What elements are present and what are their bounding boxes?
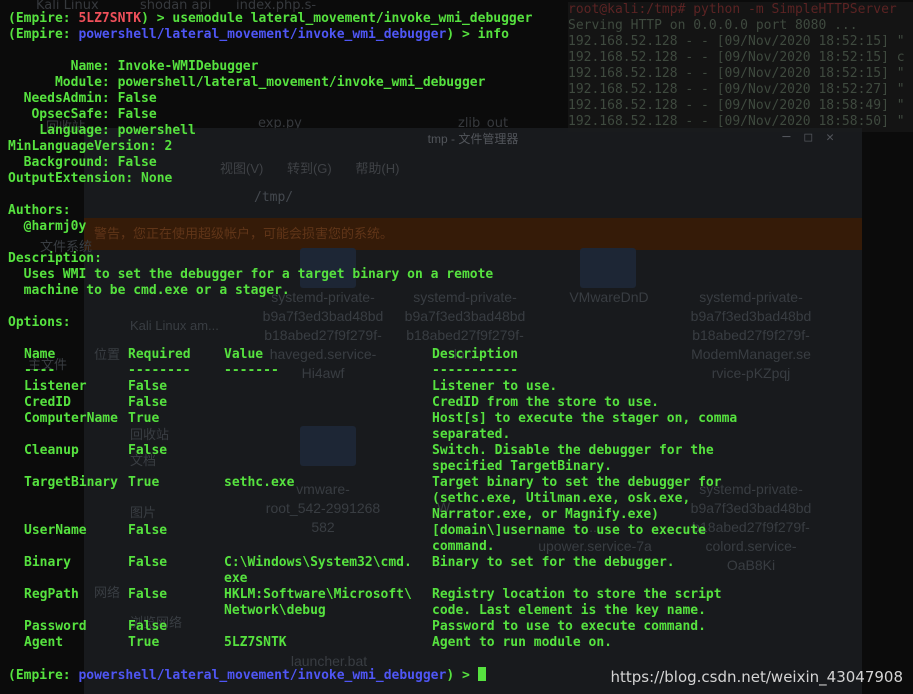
option-name: CredID <box>24 395 71 410</box>
option-description: Registry location to store the script co… <box>432 587 722 618</box>
author: @harmj0y <box>8 219 87 234</box>
prompt-prefix: (Empire: <box>8 668 79 683</box>
authors-label: Authors: <box>8 203 71 218</box>
info-output-extension: OutputExtension: None <box>8 171 173 186</box>
module-path: powershell/lateral_movement/invoke_wmi_d… <box>78 27 447 42</box>
option-name: UserName <box>24 523 87 538</box>
info-opsec-safe: OpsecSafe: False <box>8 107 157 122</box>
option-required: False <box>128 443 168 458</box>
option-required: False <box>128 587 168 602</box>
option-description: Agent to run module on. <box>432 635 613 650</box>
watermark: https://blog.csdn.net/weixin_43047908 <box>610 668 903 686</box>
option-required: False <box>128 395 168 410</box>
header-underline: ---- <box>24 363 56 378</box>
description-line: machine to be cmd.exe or a stager. <box>8 283 290 298</box>
header-underline: ----------- <box>432 363 519 378</box>
option-required: True <box>128 411 160 426</box>
current-prompt[interactable]: (Empire: powershell/lateral_movement/inv… <box>8 667 486 683</box>
option-description: Target binary to set the debugger for (s… <box>432 475 722 522</box>
option-required: False <box>128 555 168 570</box>
option-required: False <box>128 523 168 538</box>
command-line-info: (Empire: powershell/lateral_movement/inv… <box>8 27 509 43</box>
text-cursor[interactable] <box>477 667 486 681</box>
option-name: Agent <box>24 635 64 650</box>
prompt-prefix: (Empire: <box>8 11 79 26</box>
header-underline: -------- <box>128 363 191 378</box>
prompt-suffix: ) > <box>446 668 478 683</box>
description-label: Description: <box>8 251 102 266</box>
option-required: True <box>128 635 160 650</box>
option-description: Binary to set for the debugger. <box>432 555 675 570</box>
option-required: False <box>128 379 168 394</box>
prompt-prefix: (Empire: <box>8 27 79 42</box>
info-needs-admin: NeedsAdmin: False <box>8 91 157 106</box>
info-module: Module: powershell/lateral_movement/invo… <box>8 75 486 90</box>
info-background: Background: False <box>8 155 157 170</box>
option-name: Binary <box>24 555 71 570</box>
option-name: Password <box>24 619 87 634</box>
option-value: 5LZ7SNTK <box>224 635 287 650</box>
option-value: C:\Windows\System32\cmd. exe <box>224 555 412 586</box>
empire-terminal[interactable]: (Empire: 5LZ7SNTK) > usemodule lateral_m… <box>0 0 913 694</box>
option-value: HKLM:Software\Microsoft\ Network\debug <box>224 587 412 618</box>
command-text: ) > usemodule lateral_movement/invoke_wm… <box>141 11 533 26</box>
options-label: Options: <box>8 315 71 330</box>
option-description: CredID from the store to use. <box>432 395 659 410</box>
header-underline: ------- <box>224 363 279 378</box>
command-line-usemodule: (Empire: 5LZ7SNTK) > usemodule lateral_m… <box>8 11 532 27</box>
description-line: Uses WMI to set the debugger for a targe… <box>8 267 494 282</box>
option-description: Password to use to execute command. <box>432 619 706 634</box>
agent-name: 5LZ7SNTK <box>78 11 142 26</box>
column-header-required: Required <box>128 347 191 362</box>
option-name: Cleanup <box>24 443 79 458</box>
module-path: powershell/lateral_movement/invoke_wmi_d… <box>78 668 447 683</box>
option-required: False <box>128 619 168 634</box>
option-description: Listener to use. <box>432 379 558 394</box>
option-required: True <box>128 475 160 490</box>
option-name: RegPath <box>24 587 79 602</box>
option-name: Listener <box>24 379 87 394</box>
column-header-name: Name <box>24 347 56 362</box>
option-description: Host[s] to execute the stager on, comma … <box>432 411 738 442</box>
column-header-value: Value <box>224 347 264 362</box>
option-name: TargetBinary <box>24 475 118 490</box>
option-name: ComputerName <box>24 411 118 426</box>
info-name: Name: Invoke-WMIDebugger <box>8 59 259 74</box>
option-description: [domain\]username to use to execute comm… <box>432 523 706 554</box>
column-header-description: Description <box>432 347 519 362</box>
info-language: Language: powershell <box>8 123 196 138</box>
option-description: Switch. Disable the debugger for the spe… <box>432 443 714 474</box>
command-text: ) > info <box>446 27 509 42</box>
option-value: sethc.exe <box>224 475 295 490</box>
info-min-language-version: MinLanguageVersion: 2 <box>8 139 173 154</box>
